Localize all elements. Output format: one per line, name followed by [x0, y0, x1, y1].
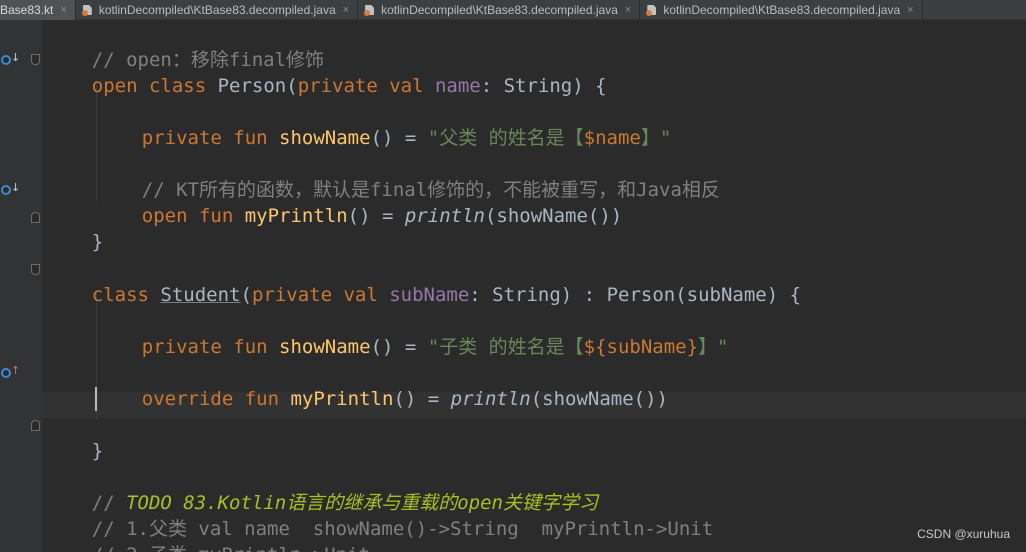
fold-toggle-icon[interactable] [31, 420, 40, 431]
java-file-icon [646, 4, 658, 16]
close-icon[interactable]: × [343, 4, 349, 16]
code-line[interactable]: // 1.父类 val name showName()->String myPr… [46, 490, 713, 540]
tab-kotlin-file[interactable]: Base83.kt × [0, 0, 76, 20]
overridden-method-icon[interactable]: ↓ [0, 51, 20, 67]
close-icon[interactable]: × [907, 4, 913, 16]
editor-tab-bar: Base83.kt × kotlinDecompiled\KtBase83.de… [0, 0, 1026, 20]
tab-label: kotlinDecompiled\KtBase83.decompiled.jav… [663, 3, 901, 17]
code-line[interactable]: // TODO 83.Kotlin语言的继承与重载的open关键字学习 [46, 464, 598, 514]
code-line[interactable]: private fun showName() = "子类 的姓名是【${subN… [96, 308, 729, 358]
code-line[interactable]: override fun myPrintln() = println(showN… [96, 360, 668, 410]
code-line[interactable]: } [46, 412, 103, 462]
close-icon[interactable]: × [60, 4, 66, 16]
code-editor[interactable]: ↓ ↓ ↑ // open：移除final修饰 open class Perso… [0, 20, 1026, 552]
tab-decompiled-java[interactable]: kotlinDecompiled\KtBase83.decompiled.jav… [76, 0, 359, 20]
code-line[interactable]: } [46, 203, 103, 253]
tab-label: Base83.kt [0, 3, 54, 17]
code-line[interactable]: open fun myPrintln() = println(showName(… [96, 177, 622, 227]
code-line[interactable]: open class Person(private val name: Stri… [46, 47, 607, 97]
java-file-icon [364, 4, 376, 16]
overridden-method-icon[interactable]: ↓ [0, 181, 20, 197]
overriding-method-icon[interactable]: ↑ [0, 364, 20, 380]
code-line[interactable]: private fun showName() = "父类 的姓名是【$name】… [96, 99, 672, 149]
editor-gutter[interactable] [0, 20, 42, 552]
text-cursor [95, 387, 97, 411]
java-file-icon [81, 4, 94, 16]
fold-toggle-icon[interactable] [31, 264, 40, 275]
tab-decompiled-java[interactable]: kotlinDecompiled\KtBase83.decompiled.jav… [358, 0, 641, 20]
tab-label: kotlinDecompiled\KtBase83.decompiled.jav… [98, 3, 336, 17]
code-line[interactable]: // 2.子类 myPrintln->Unit [46, 516, 370, 552]
code-line[interactable]: // open：移除final修饰 [46, 21, 324, 71]
fold-toggle-icon[interactable] [31, 54, 40, 65]
tab-label: kotlinDecompiled\KtBase83.decompiled.jav… [381, 3, 618, 17]
code-line[interactable]: class Student(private val subName: Strin… [46, 256, 801, 306]
tab-decompiled-java[interactable]: kotlinDecompiled\KtBase83.decompiled.jav… [640, 0, 923, 20]
code-line[interactable]: // KT所有的函数，默认是final修饰的，不能被重写，和Java相反 [96, 151, 720, 201]
close-icon[interactable]: × [625, 4, 631, 16]
fold-toggle-icon[interactable] [31, 212, 40, 223]
watermark: CSDN @xuruhua [917, 527, 1010, 541]
